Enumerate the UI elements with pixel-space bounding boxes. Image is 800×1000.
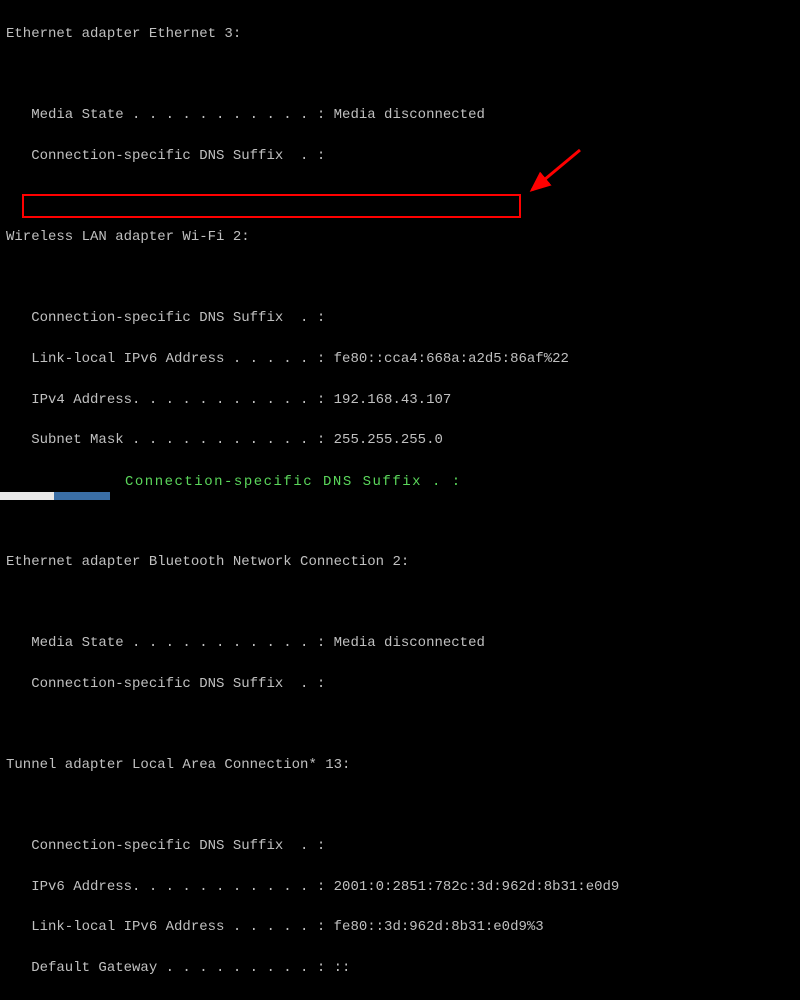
- output-line: IPv6 Address. . . . . . . . . . . : 2001…: [6, 877, 794, 897]
- output-line: Link-local IPv6 Address . . . . . : fe80…: [6, 349, 794, 369]
- taskbar-segment: [54, 492, 110, 500]
- output-line: IPv4 Address. . . . . . . . . . . : 192.…: [6, 390, 794, 410]
- bottom-text: Connection-specific DNS Suffix . :: [125, 474, 462, 490]
- blank-line: [6, 593, 794, 613]
- output-line: Media State . . . . . . . . . . . : Medi…: [6, 105, 794, 125]
- adapter-header: Wireless LAN adapter Wi-Fi 2:: [6, 227, 794, 247]
- output-line: Connection-specific DNS Suffix . :: [6, 308, 794, 328]
- output-line: Connection-specific DNS Suffix . :: [6, 674, 794, 694]
- adapter-header: Tunnel adapter Local Area Connection* 13…: [6, 755, 794, 775]
- output-line: Connection-specific DNS Suffix . :: [6, 146, 794, 166]
- blank-line: [6, 65, 794, 85]
- output-line: Ethernet adapter Ethernet 3:: [6, 24, 794, 44]
- output-line: Link-local IPv6 Address . . . . . : fe80…: [6, 917, 794, 937]
- terminal-output: Ethernet adapter Ethernet 3: Media State…: [0, 0, 800, 1000]
- taskbar-segment: [0, 492, 54, 500]
- blank-line: [6, 268, 794, 288]
- blank-line: [6, 796, 794, 816]
- bottom-strip: Connection-specific DNS Suffix . :: [0, 472, 800, 494]
- blank-line: [6, 999, 794, 1000]
- blank-line: [6, 714, 794, 734]
- output-line: Media State . . . . . . . . . . . : Medi…: [6, 633, 794, 653]
- blank-line: [6, 187, 794, 207]
- output-line: Subnet Mask . . . . . . . . . . . : 255.…: [6, 430, 794, 450]
- output-line: Default Gateway . . . . . . . . . : ::: [6, 958, 794, 978]
- output-line: Connection-specific DNS Suffix . :: [6, 836, 794, 856]
- adapter-header: Ethernet adapter Bluetooth Network Conne…: [6, 552, 794, 572]
- blank-line: [6, 511, 794, 531]
